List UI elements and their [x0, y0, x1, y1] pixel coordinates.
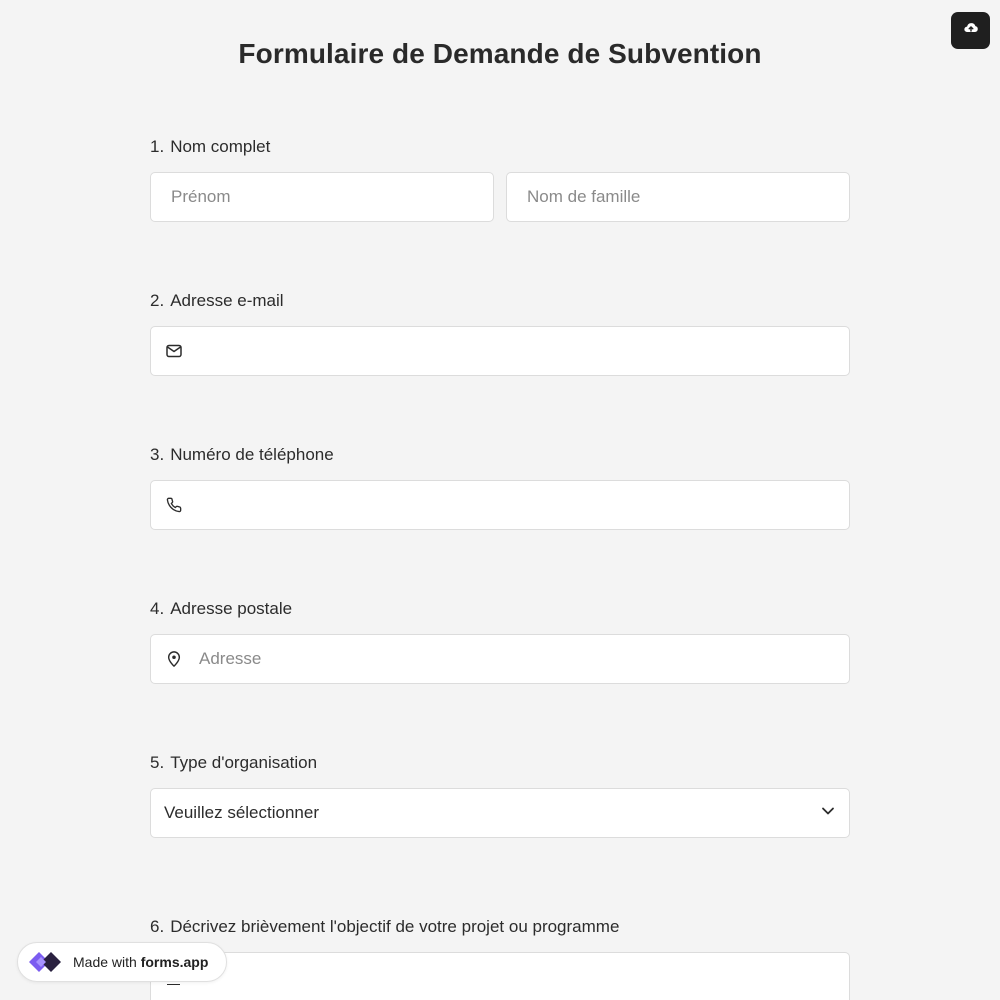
question-text: Numéro de téléphone	[170, 445, 334, 464]
question-text: Type d'organisation	[170, 753, 318, 772]
question-org-type: 5. Type d'organisation	[150, 752, 850, 774]
chevron-down-icon	[821, 804, 835, 823]
page-title: Formulaire de Demande de Subvention	[238, 38, 762, 69]
question-label: 5. Type d'organisation	[150, 752, 850, 774]
email-field[interactable]	[150, 326, 850, 376]
question-label: 1. Nom complet	[150, 136, 850, 158]
address-placeholder: Adresse	[199, 649, 262, 668]
question-number: 5.	[150, 753, 165, 772]
question-text: Adresse postale	[170, 599, 293, 618]
question-email: 2. Adresse e-mail	[150, 290, 850, 312]
question-label: 4. Adresse postale	[150, 598, 850, 620]
last-name-placeholder: Nom de famille	[527, 187, 641, 206]
question-full-name: 1. Nom complet	[150, 136, 850, 158]
made-with-badge[interactable]: Made with forms.app	[17, 942, 227, 982]
question-number: 3.	[150, 445, 165, 464]
question-address: 4. Adresse postale	[150, 598, 850, 620]
question-label: 2. Adresse e-mail	[150, 290, 850, 312]
project-goal-textarea[interactable]	[150, 952, 850, 1000]
org-type-selected: Veuillez sélectionner	[164, 803, 319, 822]
question-text: Nom complet	[170, 137, 271, 156]
badge-prefix: Made with	[73, 954, 137, 970]
question-label: 3. Numéro de téléphone	[150, 444, 850, 466]
first-name-placeholder: Prénom	[171, 187, 231, 206]
question-text: Adresse e-mail	[170, 291, 284, 310]
phone-icon	[163, 494, 185, 516]
org-type-select[interactable]: Veuillez sélectionner	[150, 788, 850, 838]
question-number: 4.	[150, 599, 165, 618]
badge-brand: forms.app	[140, 954, 209, 970]
first-name-field[interactable]: Prénom	[150, 172, 494, 222]
question-label: 6. Décrivez brièvement l'objectif de vot…	[150, 916, 850, 938]
forms-app-logo-icon	[27, 945, 67, 979]
question-number: 1.	[150, 137, 165, 156]
last-name-field[interactable]: Nom de famille	[506, 172, 850, 222]
question-number: 6.	[150, 917, 165, 936]
map-pin-icon	[163, 648, 185, 670]
address-field[interactable]: Adresse	[150, 634, 850, 684]
mail-icon	[163, 340, 185, 362]
question-text: Décrivez brièvement l'objectif de votre …	[170, 917, 620, 936]
question-project-goal: 6. Décrivez brièvement l'objectif de vot…	[150, 916, 850, 938]
phone-field[interactable]	[150, 480, 850, 530]
badge-label: Made with forms.app	[73, 954, 208, 970]
question-number: 2.	[150, 291, 165, 310]
question-phone: 3. Numéro de téléphone	[150, 444, 850, 466]
